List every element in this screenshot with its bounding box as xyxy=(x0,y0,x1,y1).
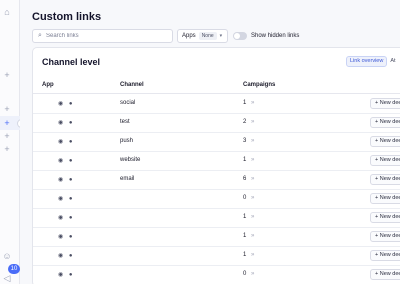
filter-bar: ⌕ Apps None ▾ Show hidden links xyxy=(32,29,299,43)
view-switcher: Link overview At xyxy=(346,56,399,67)
app-platform-icons: ◉ ● xyxy=(58,253,75,259)
app-platform-icons: ◉ ● xyxy=(58,158,75,164)
app-platform-icons: ◉ ● xyxy=(58,120,75,126)
campaigns-count: 6 xyxy=(243,176,247,182)
campaigns-count: 1 xyxy=(243,214,247,220)
page-title: Custom links xyxy=(32,11,102,23)
campaigns-count: 0 xyxy=(243,195,247,201)
apps-filter-dropdown[interactable]: Apps None ▾ xyxy=(177,29,228,43)
show-hidden-links-toggle[interactable] xyxy=(233,32,247,40)
search-input[interactable] xyxy=(46,33,166,39)
app-platform-icons: ◉ ● xyxy=(58,177,75,183)
campaigns-count: 2 xyxy=(243,119,247,125)
tab-at[interactable]: At xyxy=(387,56,398,67)
left-nav-rail: ⌂ + + + + + ☺ 10 ◁ xyxy=(0,0,20,284)
table-row[interactable]: ◉ ● 0 » + New deep link xyxy=(33,190,400,209)
app-platform-icons: ◉ ● xyxy=(58,101,75,107)
campaigns-count: 1 xyxy=(243,100,247,106)
double-chevron-right-icon[interactable]: » xyxy=(251,252,254,258)
channel-cell: social xyxy=(120,100,136,106)
apps-filter-label: Apps xyxy=(182,33,196,39)
apps-filter-value: None xyxy=(198,32,217,40)
column-header-campaigns: Campaigns xyxy=(243,82,276,88)
new-deep-link-button[interactable]: + New deep link xyxy=(370,98,400,109)
card-title: Channel level xyxy=(42,57,101,67)
double-chevron-right-icon[interactable]: » xyxy=(251,100,254,106)
double-chevron-right-icon[interactable]: » xyxy=(251,233,254,239)
add-icon[interactable]: + xyxy=(0,103,14,115)
campaigns-count: 3 xyxy=(243,138,247,144)
double-chevron-right-icon[interactable]: » xyxy=(251,138,254,144)
new-deep-link-button[interactable]: + New deep link xyxy=(370,269,400,280)
app-platform-icons: ◉ ● xyxy=(58,196,75,202)
column-header-channel: Channel xyxy=(120,82,144,88)
table-row[interactable]: ◉ ● push 3 » + New deep link xyxy=(33,133,400,152)
tab-link-overview[interactable]: Link overview xyxy=(346,56,388,67)
main-content: Custom links ⌕ Apps None ▾ Show hidden l… xyxy=(20,0,400,284)
new-deep-link-button[interactable]: + New deep link xyxy=(370,250,400,261)
table-row[interactable]: ◉ ● email 6 » + New deep link xyxy=(33,171,400,190)
campaigns-count: 1 xyxy=(243,252,247,258)
app-platform-icons: ◉ ● xyxy=(58,272,75,278)
table-row[interactable]: ◉ ● 1 » + New deep link xyxy=(33,247,400,266)
new-deep-link-button[interactable]: + New deep link xyxy=(370,212,400,223)
show-hidden-links-label: Show hidden links xyxy=(251,33,300,39)
app-platform-icons: ◉ ● xyxy=(58,215,75,221)
double-chevron-right-icon[interactable]: » xyxy=(251,176,254,182)
campaigns-count: 1 xyxy=(243,157,247,163)
table-header: App Channel Campaigns xyxy=(33,78,400,94)
app-platform-icons: ◉ ● xyxy=(58,139,75,145)
new-deep-link-button[interactable]: + New deep link xyxy=(370,174,400,185)
add-icon[interactable]: + xyxy=(0,130,14,142)
channel-cell: email xyxy=(120,176,135,182)
chevron-down-icon: ▾ xyxy=(219,33,223,39)
double-chevron-right-icon[interactable]: » xyxy=(251,157,254,163)
add-icon[interactable]: + xyxy=(0,69,14,81)
table-row[interactable]: ◉ ● 1 » + New deep link xyxy=(33,209,400,228)
double-chevron-right-icon[interactable]: » xyxy=(251,119,254,125)
new-deep-link-button[interactable]: + New deep link xyxy=(370,231,400,242)
channel-level-card: Channel level Link overview At App Chann… xyxy=(32,47,400,284)
table-row[interactable]: ◉ ● 1 » + New deep link xyxy=(33,228,400,247)
table-row[interactable]: ◉ ● 0 » + New deep link xyxy=(33,266,400,284)
new-deep-link-button[interactable]: + New deep link xyxy=(370,155,400,166)
new-deep-link-button[interactable]: + New deep link xyxy=(370,193,400,204)
double-chevron-right-icon[interactable]: » xyxy=(251,195,254,201)
new-deep-link-button[interactable]: + New deep link xyxy=(370,117,400,128)
table-row[interactable]: ◉ ● test 2 » + New deep link xyxy=(33,114,400,133)
user-icon[interactable]: ☺ xyxy=(0,250,14,262)
double-chevron-right-icon[interactable]: » xyxy=(251,214,254,220)
channel-cell: website xyxy=(120,157,141,163)
table-row[interactable]: ◉ ● social 1 » + New deep link xyxy=(33,95,400,114)
megaphone-icon[interactable]: ◁ xyxy=(0,272,14,284)
campaigns-count: 0 xyxy=(243,271,247,277)
home-icon[interactable]: ⌂ xyxy=(0,6,14,18)
add-icon[interactable]: + xyxy=(0,143,14,155)
new-deep-link-button[interactable]: + New deep link xyxy=(370,136,400,147)
search-box[interactable]: ⌕ xyxy=(32,29,173,43)
table-row[interactable]: ◉ ● website 1 » + New deep link xyxy=(33,152,400,171)
add-icon[interactable]: + xyxy=(0,117,14,129)
column-header-app: App xyxy=(42,82,54,88)
double-chevron-right-icon[interactable]: » xyxy=(251,271,254,277)
channel-cell: test xyxy=(120,119,130,125)
campaigns-count: 1 xyxy=(243,233,247,239)
search-icon: ⌕ xyxy=(38,32,42,39)
app-platform-icons: ◉ ● xyxy=(58,234,75,240)
channel-cell: push xyxy=(120,138,134,144)
